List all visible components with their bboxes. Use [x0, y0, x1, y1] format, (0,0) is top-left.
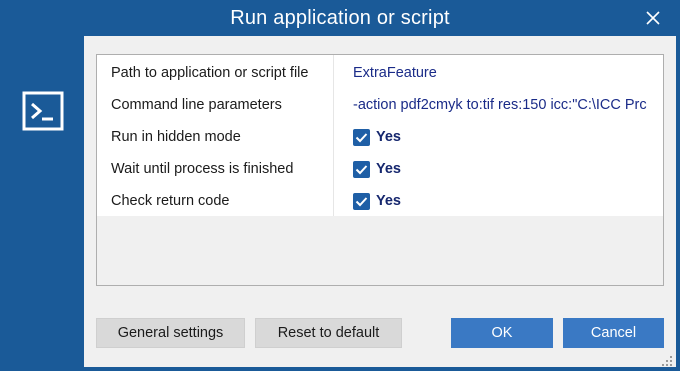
wait-value: Yes — [376, 161, 401, 177]
property-row-path[interactable]: Path to application or script file Extra… — [97, 57, 663, 89]
title-bar[interactable]: Run application or script — [0, 0, 680, 36]
property-label: Wait until process is finished — [111, 161, 294, 177]
general-settings-button[interactable]: General settings — [96, 318, 245, 348]
ok-button[interactable]: OK — [451, 318, 553, 348]
cancel-button[interactable]: Cancel — [563, 318, 664, 348]
property-label: Check return code — [111, 193, 230, 209]
wait-field: Yes — [353, 160, 401, 178]
property-label: Run in hidden mode — [111, 129, 241, 145]
checkmark-icon — [355, 196, 368, 206]
property-row-parameters[interactable]: Command line parameters -action pdf2cmyk… — [97, 89, 663, 121]
parameters-value[interactable]: -action pdf2cmyk to:tif res:150 icc:"C:\… — [353, 97, 653, 113]
hidden-mode-value: Yes — [376, 129, 401, 145]
terminal-icon — [22, 91, 64, 131]
resize-grip-icon[interactable] — [662, 353, 672, 366]
return-code-value: Yes — [376, 193, 401, 209]
property-grid: Path to application or script file Extra… — [96, 54, 664, 286]
dialog-window: Run application or script Path to applic… — [0, 0, 680, 371]
hidden-mode-field: Yes — [353, 128, 401, 146]
property-rows: Path to application or script file Extra… — [97, 55, 663, 216]
property-label: Path to application or script file — [111, 65, 309, 81]
return-code-field: Yes — [353, 192, 401, 210]
checkmark-icon — [355, 164, 368, 174]
property-label: Command line parameters — [111, 97, 282, 113]
property-row-hidden-mode[interactable]: Run in hidden mode Yes — [97, 121, 663, 153]
hidden-mode-checkbox[interactable] — [353, 128, 370, 146]
dialog-content: Path to application or script file Extra… — [84, 36, 676, 367]
close-icon[interactable] — [644, 9, 662, 27]
property-row-return-code[interactable]: Check return code Yes — [97, 185, 663, 217]
window-title: Run application or script — [230, 6, 450, 29]
path-value[interactable]: ExtraFeature — [353, 65, 653, 81]
return-code-checkbox[interactable] — [353, 192, 370, 210]
checkmark-icon — [355, 132, 368, 142]
left-sidebar — [0, 36, 84, 371]
reset-to-default-button[interactable]: Reset to default — [255, 318, 402, 348]
property-row-wait[interactable]: Wait until process is finished Yes — [97, 153, 663, 185]
wait-checkbox[interactable] — [353, 160, 370, 178]
